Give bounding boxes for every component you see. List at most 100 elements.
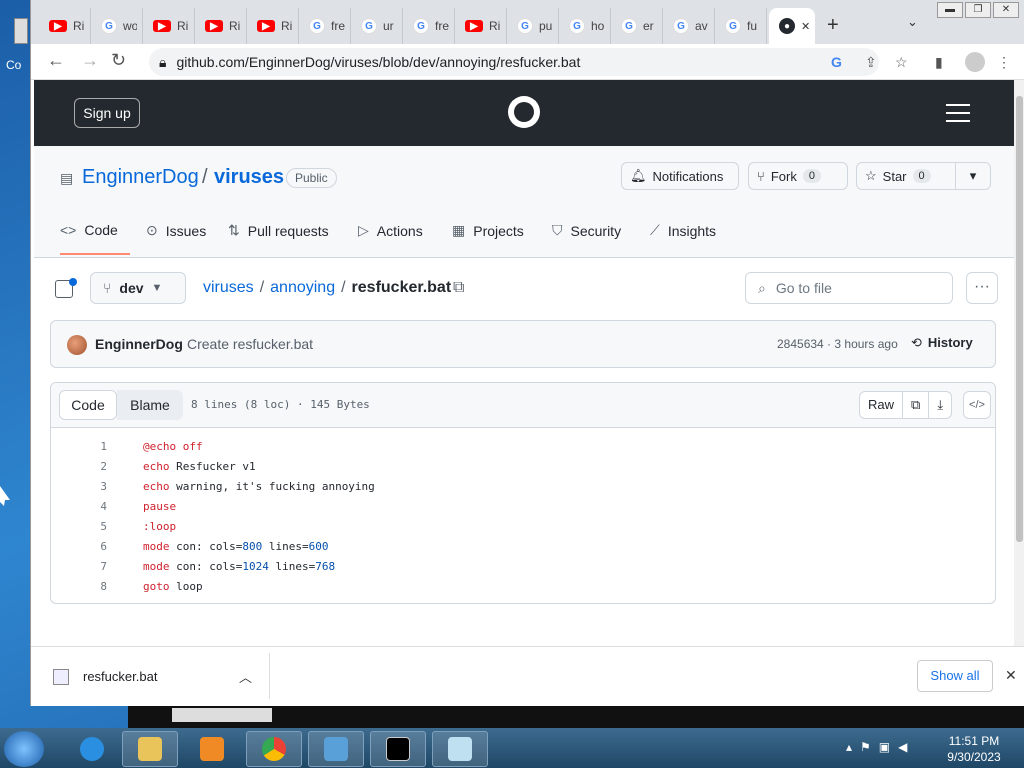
copy-path-icon[interactable]: ⧉ bbox=[453, 279, 464, 297]
copy-raw-icon[interactable]: ⧉ bbox=[903, 392, 930, 418]
line-content: echo warning, it's fucking annoying bbox=[143, 477, 375, 497]
forward-icon[interactable]: → bbox=[81, 50, 99, 71]
code-tab-icon: <> bbox=[60, 222, 77, 238]
tab-label: Security bbox=[570, 222, 622, 239]
more-options-button[interactable]: ··· bbox=[966, 272, 998, 304]
browser-tab[interactable]: Gfre bbox=[299, 8, 351, 44]
reload-icon[interactable]: ↻ bbox=[111, 50, 126, 71]
file-explorer-icon[interactable] bbox=[122, 731, 178, 767]
close-icon[interactable]: ✕ bbox=[1005, 667, 1017, 684]
go-to-file-input[interactable]: ⌕ Go to file bbox=[745, 272, 953, 304]
notifications-button[interactable]: 🔔︎ Notifications bbox=[621, 162, 739, 190]
google-icon: G bbox=[621, 18, 637, 34]
minimize-button[interactable]: ▬ bbox=[937, 2, 963, 18]
menu-kebab-icon[interactable]: ⋮ bbox=[997, 54, 1011, 71]
google-lens-icon[interactable]: G bbox=[831, 54, 842, 70]
profile-icon[interactable] bbox=[965, 52, 985, 72]
bookmark-star-icon[interactable]: ☆ bbox=[895, 54, 908, 71]
browser-tab[interactable]: Gav bbox=[663, 8, 715, 44]
tab-issues[interactable]: ⊙ Issues bbox=[146, 222, 206, 239]
browser-tab[interactable]: ▶ Ri bbox=[247, 8, 299, 44]
breadcrumb-dir[interactable]: annoying bbox=[270, 279, 335, 297]
line-content: :loop bbox=[143, 517, 176, 537]
system-tray[interactable]: ▴⚑▣◀ bbox=[846, 740, 915, 754]
line-number[interactable]: 3 bbox=[81, 477, 107, 497]
star-dropdown-button[interactable]: ▾ bbox=[955, 162, 991, 190]
commit-message[interactable]: Create resfucker.bat bbox=[187, 336, 313, 352]
chrome-icon[interactable] bbox=[246, 731, 302, 767]
browser-tab[interactable]: Gfu bbox=[715, 8, 767, 44]
new-tab-button[interactable]: + bbox=[827, 14, 839, 37]
internet-explorer-icon[interactable] bbox=[64, 731, 120, 767]
command-prompt-icon[interactable] bbox=[370, 731, 426, 767]
browser-tab-active[interactable]: ● ✕ bbox=[769, 8, 815, 44]
tab-projects[interactable]: ▦ Projects bbox=[452, 222, 524, 239]
commit-sha-time[interactable]: 2845634 · 3 hours ago bbox=[777, 337, 898, 351]
line-number[interactable]: 7 bbox=[81, 557, 107, 577]
browser-tab[interactable]: Gfre bbox=[403, 8, 455, 44]
line-number[interactable]: 6 bbox=[81, 537, 107, 557]
notepad-icon[interactable] bbox=[432, 731, 488, 767]
tab-title: er bbox=[643, 19, 654, 33]
line-number[interactable]: 5 bbox=[81, 517, 107, 537]
history-button[interactable]: ⟲ History bbox=[911, 335, 973, 351]
browser-tab[interactable]: ▶ Ri bbox=[143, 8, 195, 44]
github-logo-icon[interactable] bbox=[508, 96, 540, 128]
computer-icon[interactable] bbox=[14, 18, 28, 44]
share-icon[interactable]: ⇪ bbox=[865, 54, 877, 71]
browser-tab[interactable]: ▶ Ri bbox=[39, 8, 91, 44]
view-mode-toggle: Code Blame bbox=[59, 390, 183, 420]
commit-author[interactable]: EnginnerDog bbox=[95, 336, 183, 352]
tab-insights[interactable]: ⟋ Insights bbox=[650, 222, 716, 239]
browser-tab[interactable]: Gho bbox=[559, 8, 611, 44]
caret-down-icon: ▼ bbox=[151, 282, 163, 294]
fork-button[interactable]: ⑂ Fork 0 bbox=[748, 162, 848, 190]
line-number[interactable]: 1 bbox=[81, 437, 107, 457]
close-tab-icon[interactable]: ✕ bbox=[801, 20, 810, 33]
line-number[interactable]: 2 bbox=[81, 457, 107, 477]
browser-tab[interactable]: ▶ Ri bbox=[455, 8, 507, 44]
scrollbar-thumb[interactable] bbox=[1016, 96, 1023, 542]
tab-code[interactable]: <> Code bbox=[60, 222, 118, 238]
start-button[interactable] bbox=[4, 731, 44, 767]
close-window-button[interactable]: ✕ bbox=[993, 2, 1019, 18]
control-panel-icon[interactable] bbox=[308, 731, 364, 767]
code-view-button[interactable]: Code bbox=[59, 390, 117, 420]
tab-security[interactable]: ⛉ Security bbox=[552, 222, 621, 239]
browser-tab[interactable]: Gur bbox=[351, 8, 403, 44]
browser-tab[interactable]: Gwo bbox=[91, 8, 143, 44]
blame-view-button[interactable]: Blame bbox=[117, 390, 183, 420]
tab-title: Ri bbox=[177, 19, 189, 33]
tab-actions[interactable]: ▷ Actions bbox=[358, 222, 423, 239]
download-icon[interactable]: ⤓ bbox=[929, 392, 951, 418]
tab-pull-requests[interactable]: ⇅ Pull requests bbox=[228, 222, 329, 239]
side-panel-icon[interactable]: ▮ bbox=[935, 54, 943, 71]
tab-search-icon[interactable]: ⌄ bbox=[907, 14, 918, 30]
hamburger-menu-icon[interactable] bbox=[946, 104, 970, 128]
address-bar[interactable]: 🔒︎ github.com/EnginnerDog/viruses/blob/d… bbox=[149, 48, 879, 76]
sign-up-button[interactable]: Sign up bbox=[74, 98, 140, 128]
lock-icon[interactable]: 🔒︎ bbox=[159, 54, 166, 71]
raw-button[interactable]: Raw bbox=[860, 392, 904, 418]
repo-name-link[interactable]: viruses bbox=[214, 166, 284, 189]
browser-tab[interactable]: ▶ Ri bbox=[195, 8, 247, 44]
show-all-button[interactable]: Show all bbox=[917, 660, 993, 692]
repo-owner-link[interactable]: EnginnerDog bbox=[82, 166, 199, 189]
clock[interactable]: 11:51 PM 9/30/2023 bbox=[944, 733, 1004, 765]
avatar[interactable] bbox=[67, 335, 87, 355]
restore-button[interactable]: ❐ bbox=[965, 2, 991, 18]
branch-selector[interactable]: ⑂ dev ▼ bbox=[90, 272, 186, 304]
tab-title: ur bbox=[383, 19, 394, 33]
media-player-icon[interactable] bbox=[184, 731, 240, 767]
download-filename[interactable]: resfucker.bat bbox=[83, 669, 157, 684]
line-number[interactable]: 8 bbox=[81, 577, 107, 597]
tab-title: Ri bbox=[281, 19, 293, 33]
browser-tab[interactable]: Gpu bbox=[507, 8, 559, 44]
line-number[interactable]: 4 bbox=[81, 497, 107, 517]
symbols-panel-icon[interactable]: </> bbox=[963, 391, 991, 419]
chevron-up-icon[interactable]: ︿ bbox=[239, 667, 252, 686]
browser-tab[interactable]: Ger bbox=[611, 8, 663, 44]
star-button[interactable]: ☆ Star 0 bbox=[856, 162, 956, 190]
back-icon[interactable]: ← bbox=[47, 50, 65, 71]
breadcrumb-repo[interactable]: viruses bbox=[203, 279, 254, 297]
